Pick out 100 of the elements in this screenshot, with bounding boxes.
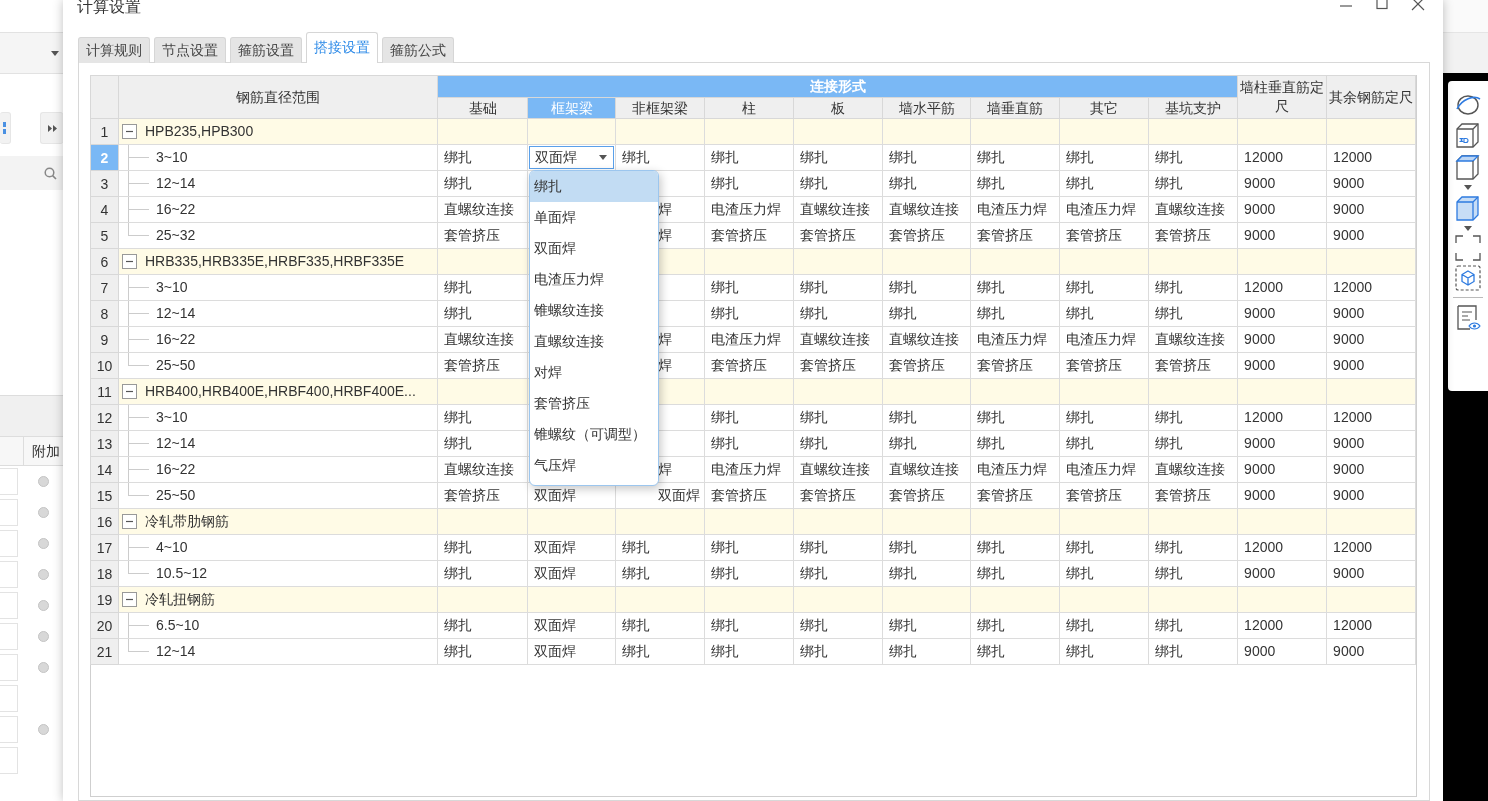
- dropdown-option[interactable]: 锥螺纹连接: [530, 295, 658, 326]
- radio-icon[interactable]: [38, 631, 49, 642]
- table-cell-text: 绑扎: [799, 642, 828, 661]
- input-field[interactable]: [0, 468, 18, 495]
- collapse-icon[interactable]: [122, 124, 137, 139]
- orbit-icon[interactable]: [1453, 93, 1483, 117]
- collapse-icon[interactable]: [122, 514, 137, 529]
- dropdown-option[interactable]: 绑扎: [530, 171, 658, 202]
- table-cell-text: 套管挤压: [976, 356, 1033, 375]
- table-cell-text: 直螺纹连接: [799, 330, 870, 349]
- row-label: 16~22: [156, 330, 196, 349]
- table-cell-text: 绑扎: [888, 174, 917, 193]
- dropdown-option[interactable]: 气压焊: [530, 450, 658, 481]
- dropdown-option[interactable]: 套管挤压: [530, 388, 658, 419]
- table-cell-text: 绑扎: [621, 148, 650, 167]
- table-cell-text: 绑扎: [976, 564, 1005, 583]
- radio-icon[interactable]: [38, 507, 49, 518]
- column-header[interactable]: 板: [831, 99, 845, 116]
- table-cell-text: 绑扎: [443, 434, 472, 453]
- collapse-icon[interactable]: [122, 254, 137, 269]
- collapse-icon[interactable]: [122, 384, 137, 399]
- row-label: 25~50: [156, 486, 196, 505]
- column-header[interactable]: 柱: [742, 99, 756, 116]
- table-cell-text: 直螺纹连接: [443, 200, 514, 219]
- row-number: 12: [96, 409, 113, 426]
- radio-icon[interactable]: [38, 600, 49, 611]
- table-cell-text: 套管挤压: [443, 356, 500, 375]
- radio-icon[interactable]: [38, 724, 49, 735]
- table-cell-text: 绑扎: [1154, 538, 1183, 557]
- dropdown-option[interactable]: 单面焊: [530, 202, 658, 233]
- table-cell-text: 直螺纹连接: [1154, 460, 1225, 479]
- table-cell-text: 直螺纹连接: [443, 460, 514, 479]
- table-cell-text: 9000: [1332, 226, 1365, 245]
- maximize-icon[interactable]: [1375, 0, 1389, 12]
- combo-box[interactable]: 双面焊: [529, 146, 614, 169]
- table-cell-text: 直螺纹连接: [1154, 200, 1225, 219]
- input-field[interactable]: [0, 716, 18, 743]
- table-cell-text: 绑扎: [443, 304, 472, 323]
- table-cell-text: 套管挤压: [799, 356, 856, 375]
- tab[interactable]: 搭接设置: [306, 32, 378, 63]
- tab[interactable]: 箍筋设置: [230, 37, 302, 63]
- dropdown-option[interactable]: 直螺纹连接: [530, 326, 658, 357]
- row-number: 14: [96, 461, 113, 478]
- input-field[interactable]: [0, 592, 18, 619]
- table-cell-text: 套管挤压: [710, 486, 767, 505]
- toolbar-button[interactable]: [0, 112, 11, 144]
- table-cell-text: 绑扎: [888, 304, 917, 323]
- table-cell-text: 12000: [1332, 538, 1373, 557]
- input-field[interactable]: [0, 499, 18, 526]
- radio-icon[interactable]: [38, 569, 49, 580]
- table-cell-text: 套管挤压: [976, 486, 1033, 505]
- row-number: 21: [96, 643, 113, 660]
- table-cell-text: 9000: [1243, 226, 1276, 245]
- input-field[interactable]: [0, 530, 18, 557]
- dropdown-option[interactable]: 对焊: [530, 357, 658, 388]
- input-field[interactable]: [0, 623, 18, 650]
- close-icon[interactable]: [1411, 0, 1425, 12]
- selection-cube-icon[interactable]: [1453, 265, 1483, 291]
- dropdown-option[interactable]: 双面焊: [530, 233, 658, 264]
- table-cell-text: 绑扎: [799, 304, 828, 323]
- row-number: 13: [96, 435, 113, 452]
- caret-icon: [51, 50, 59, 56]
- tree-line: [128, 431, 149, 456]
- row-label: 6.5~10: [156, 616, 200, 635]
- table-cell-text: 套管挤压: [1154, 356, 1211, 375]
- table-cell-text: 电渣压力焊: [710, 200, 781, 219]
- input-field[interactable]: [0, 654, 18, 681]
- row-number: 4: [100, 201, 109, 218]
- dropdown-option[interactable]: 电渣压力焊: [530, 264, 658, 295]
- row-label: 12~14: [156, 642, 196, 661]
- input-field[interactable]: [0, 561, 18, 588]
- radio-icon[interactable]: [38, 476, 49, 487]
- table-cell-text: 9000: [1332, 486, 1365, 505]
- group-label: 冷轧带肋钢筋: [145, 512, 229, 531]
- search-icon[interactable]: [44, 166, 57, 180]
- toolbar-button[interactable]: [40, 112, 63, 144]
- tab[interactable]: 节点设置: [154, 37, 226, 63]
- radio-icon[interactable]: [38, 662, 49, 673]
- table-cell-text: 绑扎: [443, 616, 472, 635]
- fullscreen-icon[interactable]: [1453, 235, 1483, 261]
- tab[interactable]: 箍筋公式: [382, 37, 454, 63]
- table-cell-text: 绑扎: [799, 174, 828, 193]
- tab[interactable]: 计算规则: [78, 37, 150, 63]
- input-field[interactable]: [0, 685, 18, 712]
- table-cell-text: 双面焊: [533, 616, 576, 635]
- row-number: 11: [97, 383, 112, 400]
- row-number: 1: [100, 123, 109, 140]
- table-cell-text: 套管挤压: [976, 226, 1033, 245]
- table-cell-text: 焊: [657, 200, 672, 219]
- collapse-icon[interactable]: [122, 592, 137, 607]
- table-cell-text: 电渣压力焊: [710, 330, 781, 349]
- table-cell-text: 绑扎: [976, 174, 1005, 193]
- table-cell-text: 9000: [1332, 200, 1365, 219]
- input-field[interactable]: [0, 747, 18, 774]
- dropdown-option[interactable]: 锥螺纹（可调型）: [530, 419, 658, 450]
- radio-icon[interactable]: [38, 538, 49, 549]
- row-number: 15: [96, 487, 113, 504]
- table-cell-text: 9000: [1332, 460, 1365, 479]
- table-cell-text: 绑扎: [621, 564, 650, 583]
- row-number: 5: [100, 227, 109, 244]
